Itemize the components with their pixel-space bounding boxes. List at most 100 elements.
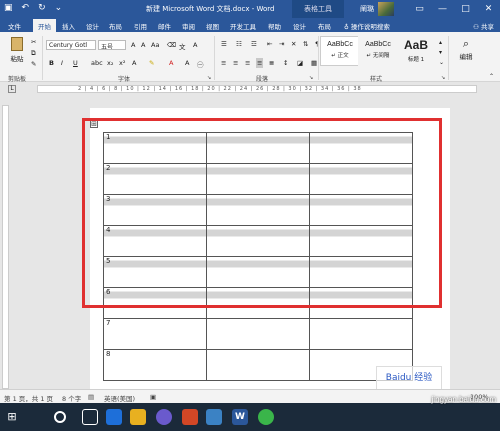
shading-icon[interactable]: ◪ [296,58,304,68]
table-cell[interactable]: 8 [103,349,207,381]
bullets-icon[interactable]: ☰ [220,39,228,49]
copy-icon[interactable]: ⧉ [30,48,37,59]
char-border-icon[interactable]: A [192,40,198,50]
windows-start-icon[interactable]: ⊞ [4,409,20,425]
tab-layout[interactable]: 布局 [109,21,122,31]
task-view-icon[interactable] [82,409,98,425]
table-cell[interactable]: 7 [103,318,207,350]
tab-file[interactable]: 文件 [8,21,21,31]
avatar[interactable] [378,2,394,16]
decrease-indent-icon[interactable]: ⇤ [266,39,273,49]
tab-home[interactable]: 开始 [33,19,56,32]
edge-browser-icon[interactable] [106,409,122,425]
customize-icon[interactable]: ⌄ [55,3,63,13]
word-icon[interactable]: W [232,409,248,425]
tab-selector-icon[interactable]: L [8,85,16,93]
macro-record-icon[interactable]: ▣ [150,393,156,401]
highlight-icon[interactable]: ✎ [148,58,155,68]
multilevel-list-icon[interactable]: ☲ [250,39,258,49]
table-cell[interactable] [206,349,310,381]
app-icon[interactable] [206,409,222,425]
format-painter-icon[interactable]: ✎ [30,59,37,69]
proofing-icon[interactable]: ▤ [88,393,94,401]
ribbon-display-icon[interactable]: ▭ [408,0,431,18]
shrink-font-icon[interactable]: A [140,40,146,50]
justify-icon[interactable]: ≡ [256,58,264,68]
underline-icon[interactable]: U [72,58,79,68]
char-shading-icon[interactable]: A [184,58,190,68]
tab-design[interactable]: 设计 [86,21,99,31]
font-color-icon[interactable]: A [168,58,174,68]
share-label: 共享 [481,23,494,31]
powerpoint-icon[interactable] [182,409,198,425]
paragraph-dialog-launcher-icon[interactable]: ↘ [308,74,314,82]
language-indicator[interactable]: 英语(美国) [104,393,135,403]
styles-more-icon[interactable]: ⌄ [438,58,445,67]
close-icon[interactable]: ✕ [477,0,500,18]
numbering-icon[interactable]: ☷ [235,39,243,49]
enclosed-char-icon[interactable]: ㊀ [196,58,205,70]
redo-icon[interactable]: ↻ [38,3,46,13]
ruler-scale[interactable]: 2 | 4 | 6 | 8 | 10 | 12 | 14 | 16 | 18 |… [37,85,477,93]
paste-button[interactable]: 粘贴 [6,36,28,64]
style-normal[interactable]: AaBbCc ↵ 正文 [320,36,360,66]
tab-table-design[interactable]: 设计 [293,21,306,31]
tab-help[interactable]: 帮助 [268,21,281,31]
word-count[interactable]: 8 个字 [62,393,81,403]
maximize-icon[interactable]: □ [454,0,477,18]
grow-font-icon[interactable]: A [130,40,136,50]
page-count[interactable]: 第 1 页，共 1 页 [4,393,53,403]
tell-me-search[interactable]: ♁ 操作说明搜索 [344,21,390,31]
tab-insert[interactable]: 插入 [62,21,75,31]
tab-developer[interactable]: 开发工具 [230,21,256,31]
table-cell[interactable] [309,318,413,350]
tab-references[interactable]: 引用 [134,21,147,31]
tab-view[interactable]: 视图 [206,21,219,31]
subscript-icon[interactable]: x₂ [106,58,114,68]
superscript-icon[interactable]: x² [118,58,126,68]
minimize-icon[interactable]: — [431,0,454,18]
style-sample: AaB [403,38,428,52]
vertical-ruler-scale[interactable] [2,105,9,389]
phonetic-icon[interactable]: 文 [178,40,187,52]
change-case-icon[interactable]: Aa [150,40,160,50]
clear-format-icon[interactable]: ⌫ [166,40,177,50]
tab-review[interactable]: 审阅 [182,21,195,31]
user-name[interactable]: 阐璐 [360,4,374,14]
strikethrough-icon[interactable]: abc [90,58,104,68]
align-center-icon[interactable]: ≡ [232,58,239,68]
table-cell[interactable] [206,318,310,350]
bold-icon[interactable]: B [48,58,55,68]
styles-scroll-up-icon[interactable]: ▴ [438,38,443,47]
styles-dialog-launcher-icon[interactable]: ↘ [440,74,446,82]
tab-mailings[interactable]: 邮件 [158,21,171,31]
collapse-ribbon-icon[interactable]: ⌃ [488,72,495,81]
font-size-select[interactable]: 五号 [98,40,126,50]
cut-icon[interactable]: ✂ [30,37,37,47]
app-icon[interactable] [156,409,172,425]
increase-indent-icon[interactable]: ⇥ [278,39,285,49]
distributed-icon[interactable]: ≣ [268,58,275,68]
style-no-spacing[interactable]: AaBbCc ↵ 无间隔 [358,36,398,66]
font-dialog-launcher-icon[interactable]: ↘ [206,74,212,82]
text-effects-icon[interactable]: A [131,58,137,68]
align-right-icon[interactable]: ≡ [244,58,251,68]
styles-scroll-down-icon[interactable]: ▾ [438,48,443,57]
wechat-icon[interactable] [258,409,274,425]
asian-layout-icon[interactable]: ✕ [290,39,297,49]
status-bar: 第 1 页，共 1 页 8 个字 ▤ 英语(美国) ▣ 100% [0,389,500,403]
sort-icon[interactable]: ⇅ [302,39,309,49]
borders-icon[interactable]: ▦ [310,58,318,68]
align-left-icon[interactable]: ≡ [220,58,227,68]
undo-icon[interactable]: ↶ [22,3,30,13]
style-heading-1[interactable]: AaB 标题 1 [396,36,436,66]
editing-button[interactable]: ⌕ 编辑 [454,36,478,62]
share-button[interactable]: ⚇ 共享 [473,21,494,31]
tab-table-layout[interactable]: 布局 [318,21,331,31]
line-spacing-icon[interactable]: ↕ [282,58,289,68]
save-icon[interactable]: ▣ [4,3,13,13]
cortana-icon[interactable] [54,411,66,423]
font-name-select[interactable]: Century Gotl [46,40,96,50]
italic-icon[interactable]: I [60,58,64,68]
file-explorer-icon[interactable] [130,409,146,425]
